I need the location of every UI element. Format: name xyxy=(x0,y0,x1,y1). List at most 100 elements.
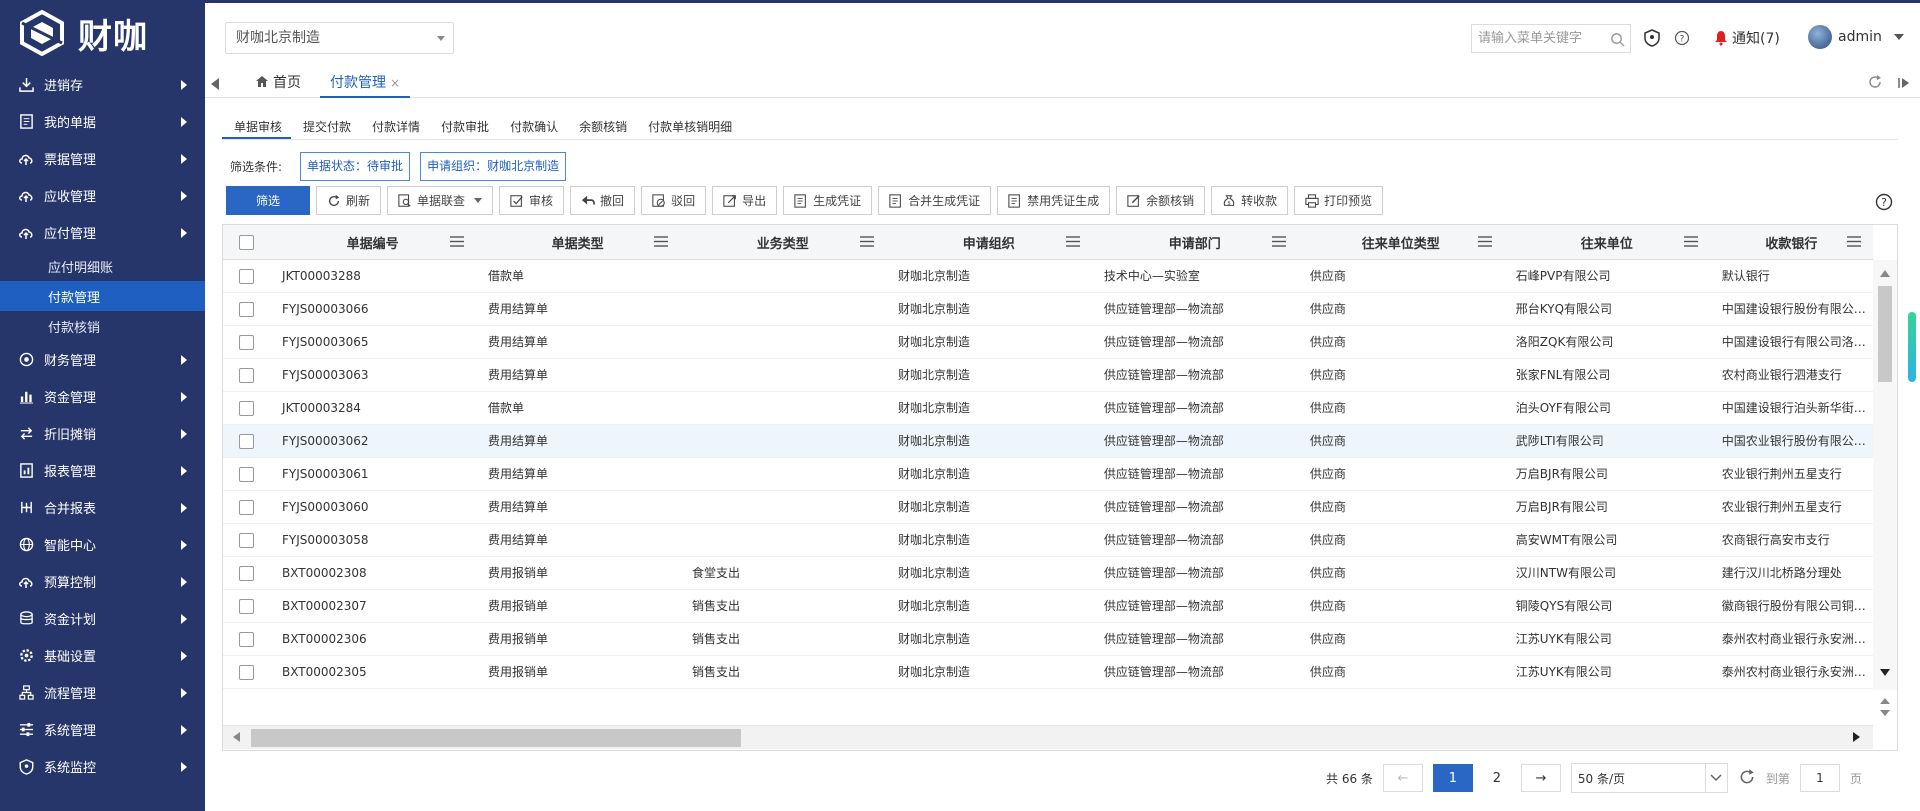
tab-scroll-right-icon[interactable] xyxy=(1897,76,1911,94)
shield-check-icon[interactable] xyxy=(1643,29,1661,47)
checkbox[interactable] xyxy=(239,500,254,515)
row-checkbox-cell[interactable] xyxy=(223,458,270,491)
tab-home[interactable]: 首页 xyxy=(245,70,311,98)
row-checkbox-cell[interactable] xyxy=(223,623,270,656)
row-checkbox-cell[interactable] xyxy=(223,392,270,425)
help-icon[interactable]: ? xyxy=(1673,29,1691,47)
audit-button[interactable]: 审核 xyxy=(499,186,565,215)
checkbox[interactable] xyxy=(239,434,254,449)
row-checkbox-cell[interactable] xyxy=(223,524,270,557)
sidebar-item[interactable]: 应收管理 xyxy=(0,177,205,214)
row-checkbox-cell[interactable] xyxy=(223,326,270,359)
sidebar-item[interactable]: 资金计划 xyxy=(0,600,205,637)
checkbox[interactable] xyxy=(238,235,254,250)
scroll-thumb[interactable] xyxy=(1878,286,1892,382)
checkbox[interactable] xyxy=(239,302,254,317)
scroll-up-icon[interactable] xyxy=(1880,698,1890,704)
sidebar-item[interactable]: 财务管理 xyxy=(0,341,205,378)
checkbox[interactable] xyxy=(239,533,254,548)
reload-icon[interactable] xyxy=(1738,768,1756,789)
column-menu-icon[interactable] xyxy=(653,236,668,251)
checkbox[interactable] xyxy=(239,401,254,416)
refresh-button[interactable]: 刷新 xyxy=(316,186,382,215)
checkbox[interactable] xyxy=(239,632,254,647)
print-preview-button[interactable]: 打印预览 xyxy=(1294,186,1384,215)
table-row[interactable]: FYJS00003063 费用结算单 财咖北京制造 供应链管理部—物流部 供应商 张家FN… xyxy=(223,359,1873,392)
column-header[interactable]: 单据编号 xyxy=(270,225,476,260)
row-checkbox-cell[interactable] xyxy=(223,260,270,293)
table-row[interactable]: JKT00003288 借款单 财咖北京制造 技术中心—实验室 供应商 石峰PVP有限公司… xyxy=(223,260,1873,293)
generate-voucher-button[interactable]: 生成凭证 xyxy=(783,186,873,215)
sidebar-subitem[interactable]: 付款核销 xyxy=(0,311,205,341)
checkbox[interactable] xyxy=(239,335,254,350)
row-checkbox-cell[interactable] xyxy=(223,590,270,623)
sub-tab[interactable]: 单据审核 xyxy=(222,118,292,139)
checkbox[interactable] xyxy=(239,269,254,284)
close-icon[interactable]: × xyxy=(390,76,400,90)
transfer-receipt-button[interactable]: $ 转收款 xyxy=(1211,186,1289,215)
sidebar-item[interactable]: 合并报表 xyxy=(0,489,205,526)
menu-search-input[interactable]: 请输入菜单关键字 xyxy=(1471,24,1631,53)
column-menu-icon[interactable] xyxy=(1065,236,1080,251)
goto-page-input[interactable]: 1 xyxy=(1799,764,1840,792)
scroll-up-icon[interactable] xyxy=(1880,270,1890,277)
sidebar-item[interactable]: 系统监控 xyxy=(0,748,205,785)
row-checkbox-cell[interactable] xyxy=(223,359,270,392)
horizontal-scrollbar[interactable] xyxy=(223,725,1873,749)
column-menu-icon[interactable] xyxy=(449,236,464,251)
sidebar-item[interactable]: 应付管理 xyxy=(0,214,205,251)
balance-writeoff-button[interactable]: 余额核销 xyxy=(1116,186,1206,215)
refresh-icon[interactable] xyxy=(1867,74,1883,94)
page-1-button[interactable]: 1 xyxy=(1432,764,1473,792)
page-2-button[interactable]: 2 xyxy=(1482,764,1511,792)
user-menu[interactable]: admin xyxy=(1808,25,1904,49)
checkbox[interactable] xyxy=(239,566,254,581)
column-header[interactable]: 申请部门 xyxy=(1092,225,1298,260)
help-icon[interactable]: ? xyxy=(1875,193,1893,215)
table-row[interactable]: FYJS00003062 费用结算单 财咖北京制造 供应链管理部—物流部 供应商 武陟LT… xyxy=(223,425,1873,458)
row-checkbox-cell[interactable] xyxy=(223,425,270,458)
column-header[interactable]: 申请组织 xyxy=(886,225,1092,260)
row-checkbox-cell[interactable] xyxy=(223,491,270,524)
table-row[interactable]: BXT00002307 费用报销单 销售支出 财咖北京制造 供应链管理部—物流部 供应商 铜… xyxy=(223,590,1873,623)
sidebar-item[interactable]: 系统管理 xyxy=(0,711,205,748)
sub-tab[interactable]: 余额核销 xyxy=(567,118,636,139)
export-button[interactable]: 导出 xyxy=(712,186,778,215)
scroll-left-icon[interactable] xyxy=(233,732,240,742)
prev-page-button[interactable]: ← xyxy=(1382,764,1423,792)
select-all-checkbox[interactable] xyxy=(223,225,270,260)
row-checkbox-cell[interactable] xyxy=(223,557,270,590)
checkbox[interactable] xyxy=(239,665,254,680)
sub-tab[interactable]: 付款审批 xyxy=(429,118,498,139)
sub-tab[interactable]: 付款确认 xyxy=(498,118,567,139)
column-header[interactable]: 单据类型 xyxy=(476,225,680,260)
trace-button[interactable]: 单据联查 xyxy=(387,186,494,215)
merge-voucher-button[interactable]: 合并生成凭证 xyxy=(878,186,992,215)
column-header[interactable]: 收款银行 xyxy=(1710,225,1873,260)
column-header[interactable]: 往来单位类型 xyxy=(1298,225,1504,260)
sidebar-item[interactable]: 资金管理 xyxy=(0,378,205,415)
column-menu-icon[interactable] xyxy=(1271,236,1286,251)
row-checkbox-cell[interactable] xyxy=(223,656,270,689)
sidebar-item[interactable]: 预算控制 xyxy=(0,563,205,600)
filter-button[interactable]: 筛选 xyxy=(226,186,310,215)
org-select[interactable]: 财咖北京制造 xyxy=(225,22,454,54)
table-row[interactable]: BXT00002306 费用报销单 销售支出 财咖北京制造 供应链管理部—物流部 供应商 江… xyxy=(223,623,1873,656)
vertical-scrollbar[interactable] xyxy=(1873,260,1897,690)
column-menu-icon[interactable] xyxy=(1683,236,1698,251)
column-header[interactable]: 往来单位 xyxy=(1504,225,1710,260)
table-row[interactable]: BXT00002305 费用报销单 销售支出 财咖北京制造 供应链管理部—物流部 供应商 江… xyxy=(223,656,1873,689)
disable-voucher-button[interactable]: 禁用凭证生成 xyxy=(997,186,1111,215)
scroll-thumb[interactable] xyxy=(251,729,741,747)
column-menu-icon[interactable] xyxy=(859,236,874,251)
table-row[interactable]: FYJS00003066 费用结算单 财咖北京制造 供应链管理部—物流部 供应商 邢台KY… xyxy=(223,293,1873,326)
table-row[interactable]: BXT00002308 费用报销单 食堂支出 财咖北京制造 供应链管理部—物流部 供应商 汉… xyxy=(223,557,1873,590)
scroll-down-icon[interactable] xyxy=(1880,669,1890,676)
sub-tab[interactable]: 提交付款 xyxy=(291,118,360,139)
tab-payment-management[interactable]: 付款管理 × xyxy=(320,70,411,98)
page-size-select[interactable]: 50 条/页 xyxy=(1570,763,1728,793)
next-page-button[interactable]: → xyxy=(1520,764,1561,792)
notification-button[interactable]: 通知(7) xyxy=(1714,28,1780,48)
sub-tab[interactable]: 付款详情 xyxy=(360,118,429,139)
scroll-right-icon[interactable] xyxy=(1853,732,1860,742)
